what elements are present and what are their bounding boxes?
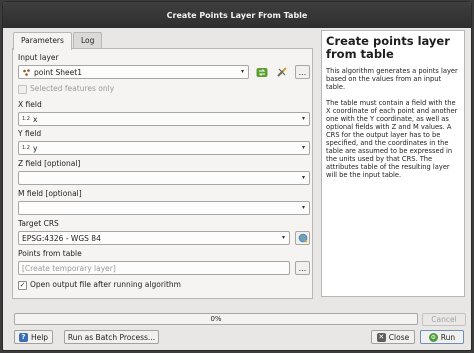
close-button[interactable]: ✕ Close bbox=[371, 330, 415, 344]
chevron-down-icon: ▾ bbox=[281, 234, 285, 241]
dialog-window: Create Points Layer From Table Parameter… bbox=[2, 1, 472, 351]
input-layer-label: Input layer bbox=[18, 53, 59, 62]
help-panel: Create points layer from table This algo… bbox=[321, 30, 465, 297]
output-browse-button[interactable]: ... bbox=[295, 261, 310, 275]
selected-only-checkbox[interactable] bbox=[18, 84, 27, 94]
target-crs-value: EPSG:4326 - WGS 84 bbox=[22, 233, 101, 243]
iterate-icon bbox=[256, 67, 268, 77]
chevron-down-icon: ▾ bbox=[301, 115, 305, 122]
help-title: Create points layer from table bbox=[326, 34, 450, 61]
help-icon: ? bbox=[18, 332, 28, 342]
close-icon: ✕ bbox=[376, 332, 386, 342]
open-output-row: ✓ Open output file after running algorith… bbox=[18, 280, 181, 290]
selected-only-label: Selected features only bbox=[30, 84, 115, 93]
cancel-button[interactable]: Cancel bbox=[422, 313, 466, 326]
input-layer-value: point Sheet1 bbox=[34, 67, 82, 77]
tab-bar: Parameters Log bbox=[13, 32, 103, 50]
chevron-down-icon: ▾ bbox=[240, 68, 244, 75]
numeric-field-icon: 1.2 bbox=[22, 145, 30, 151]
chevron-down-icon: ▾ bbox=[301, 174, 305, 181]
tab-log[interactable]: Log bbox=[72, 32, 103, 49]
chevron-down-icon: ▾ bbox=[301, 144, 305, 151]
points-from-table-label: Points from table bbox=[18, 249, 82, 258]
parameters-panel: Input layer point Sheet1 ▾ ... Selected … bbox=[12, 48, 313, 299]
title-bar: Create Points Layer From Table bbox=[3, 2, 471, 28]
open-output-label: Open output file after running algorithm bbox=[30, 280, 181, 289]
selected-only-row: Selected features only bbox=[18, 84, 114, 94]
select-crs-button[interactable] bbox=[295, 231, 310, 245]
help-button-label: Help bbox=[30, 332, 49, 342]
x-field-label: X field bbox=[18, 100, 42, 109]
y-field-combo[interactable]: 1.2 y ▾ bbox=[18, 141, 310, 155]
chevron-down-icon: ▾ bbox=[301, 204, 305, 211]
run-icon: ⚙ bbox=[428, 332, 438, 342]
run-button-label: Run bbox=[440, 332, 456, 342]
edit-in-place-button[interactable] bbox=[274, 65, 290, 79]
target-crs-label: Target CRS bbox=[18, 219, 59, 228]
run-batch-button[interactable]: Run as Batch Process... bbox=[64, 330, 159, 344]
m-field-label: M field [optional] bbox=[18, 189, 82, 198]
help-button[interactable]: ? Help bbox=[14, 330, 53, 344]
target-crs-combo[interactable]: EPSG:4326 - WGS 84 ▾ bbox=[18, 231, 290, 245]
progress-bar: 0% bbox=[14, 313, 418, 325]
window-title: Create Points Layer From Table bbox=[166, 10, 308, 20]
input-layer-combo[interactable]: point Sheet1 ▾ bbox=[18, 65, 249, 79]
input-layer-browse-button[interactable]: ... bbox=[295, 65, 310, 79]
point-layer-icon bbox=[23, 68, 30, 76]
m-field-combo[interactable]: ▾ bbox=[18, 201, 310, 215]
close-button-label: Close bbox=[388, 332, 410, 342]
y-field-label: Y field bbox=[18, 129, 42, 138]
progress-text: 0% bbox=[210, 315, 222, 323]
tab-parameters[interactable]: Parameters bbox=[13, 32, 72, 50]
help-paragraph-2: The table must contain a field with the … bbox=[326, 99, 458, 179]
numeric-field-icon: 1.2 bbox=[22, 116, 30, 122]
run-batch-label: Run as Batch Process... bbox=[67, 332, 156, 342]
globe-crs-icon bbox=[298, 233, 307, 243]
run-button[interactable]: ⚙ Run bbox=[420, 330, 464, 344]
x-field-combo[interactable]: 1.2 x ▾ bbox=[18, 112, 310, 126]
points-from-table-input[interactable]: [Create temporary layer] bbox=[18, 261, 290, 275]
z-field-label: Z field [optional] bbox=[18, 159, 81, 168]
y-field-value: y bbox=[32, 143, 38, 153]
wrench-pencil-icon bbox=[277, 67, 287, 77]
points-from-table-placeholder: [Create temporary layer] bbox=[22, 263, 116, 273]
open-output-checkbox[interactable]: ✓ bbox=[18, 280, 27, 290]
iterate-button[interactable] bbox=[255, 65, 269, 79]
z-field-combo[interactable]: ▾ bbox=[18, 171, 310, 185]
help-paragraph-1: This algorithm generates a points layer … bbox=[326, 67, 458, 91]
x-field-value: x bbox=[32, 114, 38, 124]
